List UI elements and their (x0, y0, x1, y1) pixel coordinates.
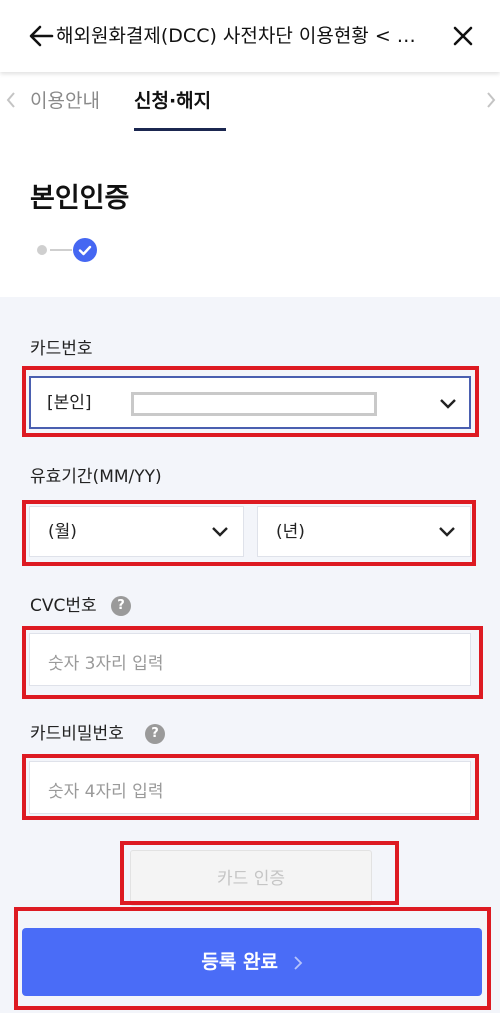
step-indicator-1 (37, 245, 47, 255)
step-connector (50, 249, 72, 251)
expiry-label: 유효기간(MM/YY) (30, 467, 162, 487)
cvc-label: CVC번호 (30, 596, 97, 616)
cvc-input[interactable]: 숫자 3자리 입력 (29, 633, 471, 686)
active-tab-indicator (134, 128, 226, 131)
expiry-year-select[interactable]: (년) (257, 506, 471, 557)
expiry-month-value: (월) (48, 522, 77, 542)
chevron-down-icon (440, 399, 456, 409)
expiry-month-select[interactable]: (월) (29, 506, 244, 557)
chevron-right-icon[interactable] (484, 88, 498, 112)
chevron-right-icon (293, 955, 302, 970)
check-icon (73, 238, 97, 262)
card-password-placeholder: 숫자 4자리 입력 (48, 782, 164, 802)
tab-apply[interactable]: 신청·해지 (134, 86, 211, 116)
chevron-left-icon[interactable] (4, 88, 18, 112)
close-icon[interactable] (450, 22, 476, 50)
cvc-placeholder: 숫자 3자리 입력 (48, 654, 164, 674)
chevron-down-icon (212, 527, 228, 537)
card-password-label: 카드비밀번호 (30, 724, 124, 744)
help-icon[interactable]: ? (111, 596, 131, 616)
submit-button[interactable]: 등록 완료 (22, 928, 482, 996)
card-verify-button[interactable]: 카드 인증 (130, 850, 372, 906)
tab-info[interactable]: 이용안내 (30, 86, 100, 116)
card-number-label: 카드번호 (30, 339, 93, 359)
page-title: 해외원화결제(DCC) 사전차단 이용현황 < … (56, 25, 416, 47)
chevron-down-icon (439, 527, 455, 537)
arrow-left-icon[interactable] (28, 18, 54, 54)
section-title: 본인인증 (30, 183, 130, 214)
card-password-input[interactable]: 숫자 4자리 입력 (29, 761, 471, 814)
expiry-year-value: (년) (276, 522, 305, 542)
submit-button-label: 등록 완료 (201, 951, 278, 973)
help-icon[interactable]: ? (145, 724, 165, 744)
card-number-select[interactable]: [본인] (29, 376, 471, 429)
card-number-prefix: [본인] (47, 393, 92, 413)
masked-card-number (131, 392, 377, 416)
app-header: 해외원화결제(DCC) 사전차단 이용현황 < … (0, 0, 500, 72)
